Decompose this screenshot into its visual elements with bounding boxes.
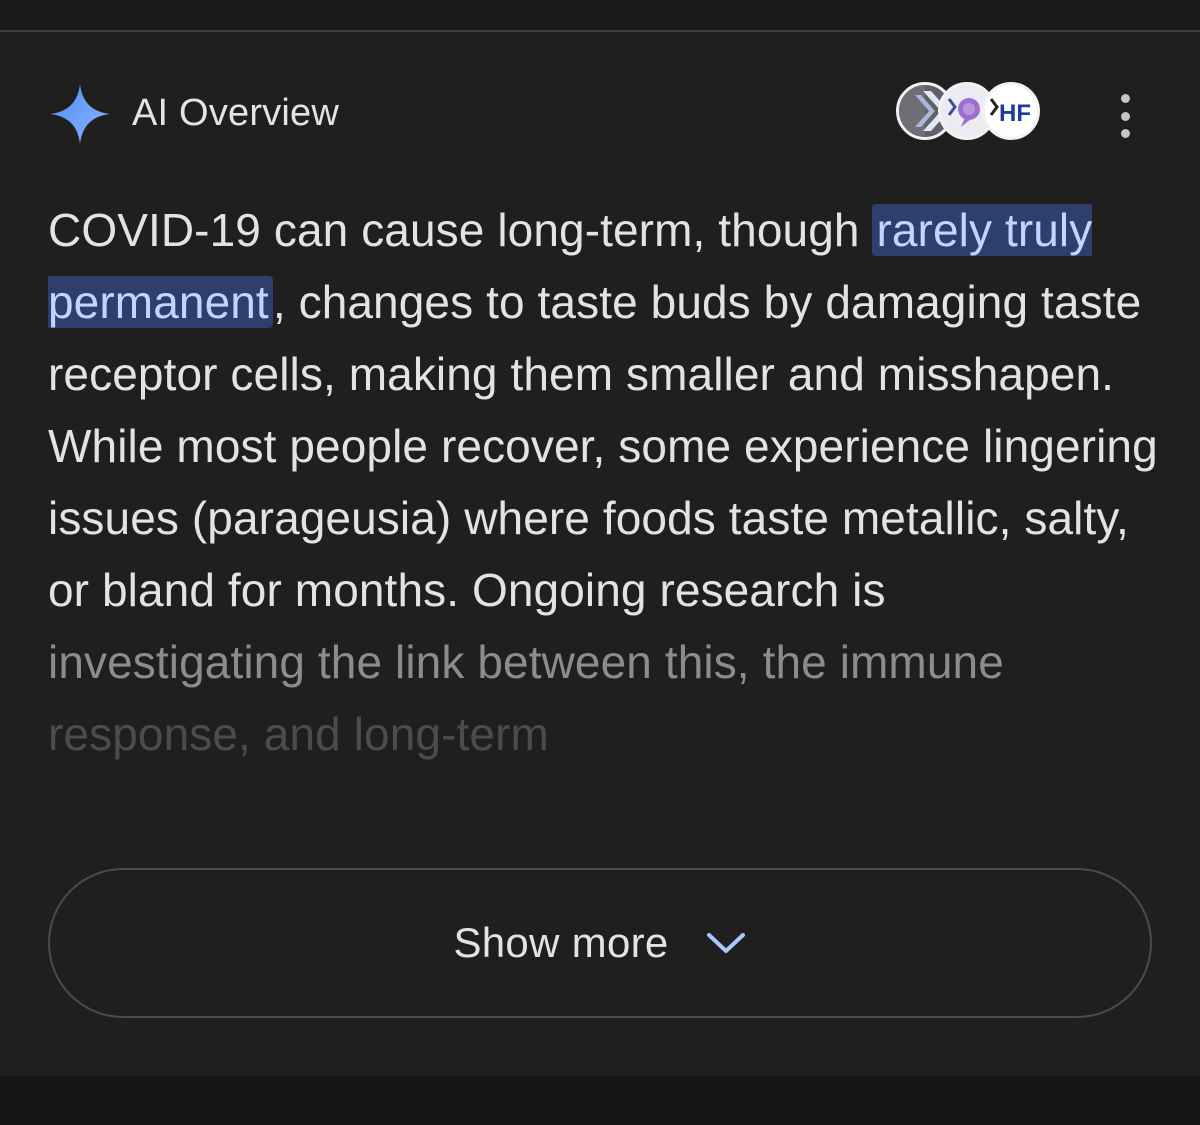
source-3-label: HF — [999, 100, 1031, 127]
show-more-label: Show more — [453, 919, 669, 966]
top-strip — [0, 0, 1200, 30]
dot — [1120, 111, 1130, 121]
overview-faded-line-1: investigating the link between this, the… — [48, 636, 1004, 688]
dot — [1120, 129, 1130, 138]
chevron-down-icon — [705, 929, 747, 957]
top-divider — [0, 30, 1200, 32]
dot — [1120, 94, 1130, 103]
overview-faded-line-2: response, and long-term — [48, 708, 549, 760]
source-avatars[interactable]: HF — [896, 82, 1046, 146]
ai-overview-page: AI Overview HF COVID-19 can cause long-t… — [0, 0, 1200, 1125]
bottom-strip — [0, 1076, 1200, 1125]
overview-text: COVID-19 can cause long-term, though rar… — [48, 194, 1158, 770]
sparkle-icon — [48, 82, 112, 146]
more-vert-icon[interactable] — [1110, 94, 1140, 138]
source-3-icon[interactable]: HF — [982, 82, 1040, 140]
ai-overview-title: AI Overview — [132, 92, 340, 134]
show-more-button[interactable]: Show more — [48, 868, 1152, 1018]
ai-overview-header: AI Overview HF — [48, 80, 1158, 150]
overview-text-start: COVID-19 can cause long-term, though — [48, 204, 873, 256]
